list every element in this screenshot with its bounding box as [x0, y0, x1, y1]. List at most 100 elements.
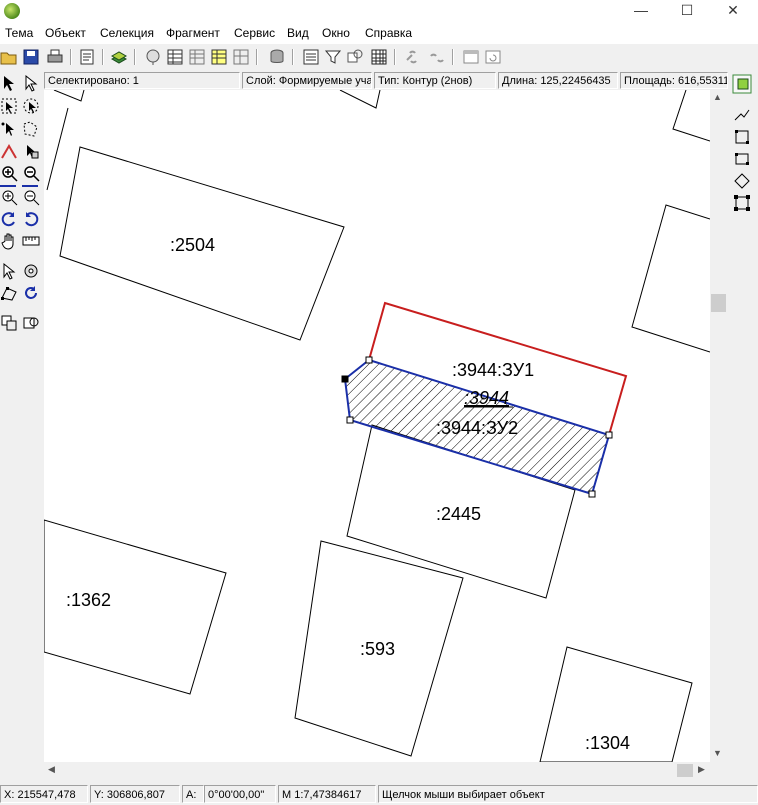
cursor-x-coordinate: X: 215547,478 — [0, 785, 88, 803]
link-icon[interactable] — [404, 48, 422, 66]
polyline-tool-icon[interactable] — [733, 106, 751, 124]
polygon-tool-icon[interactable] — [733, 150, 751, 168]
selected-count: Селектировано: 1 — [44, 72, 240, 89]
pan-hand-icon[interactable] — [0, 232, 18, 250]
map-canvas[interactable]: :2504 :3944:ЗУ1 :3944 :3944:ЗУ2 :2445 :1… — [44, 90, 710, 762]
scroll-up-arrow-icon[interactable]: ▲ — [713, 92, 722, 102]
query-icon[interactable] — [346, 48, 364, 66]
close-button[interactable]: ✕ — [710, 0, 756, 22]
refresh-icon[interactable] — [22, 284, 40, 302]
properties-icon[interactable] — [78, 48, 96, 66]
toolbar-separator — [292, 49, 294, 65]
menu-item-service[interactable]: Сервис — [234, 26, 275, 40]
bottom-status-bar: X: 215547,478 Y: 306806,807 A: 0°00'00,0… — [0, 784, 758, 805]
window-icon[interactable] — [462, 48, 480, 66]
toolbar-separator — [102, 49, 104, 65]
layers-icon[interactable] — [110, 48, 128, 66]
parcel-label-3944-zu1: :3944:ЗУ1 — [452, 360, 534, 380]
select-point-icon[interactable] — [0, 120, 18, 138]
parcel-label-2504: :2504 — [170, 235, 215, 255]
layer-panel-icon[interactable] — [732, 74, 752, 94]
table-select-icon[interactable] — [210, 48, 228, 66]
parcel-outline — [46, 107, 69, 191]
parcel-label-1304: :1304 — [585, 733, 630, 753]
settings-gear-icon[interactable] — [22, 262, 40, 280]
select-all-icon[interactable] — [22, 142, 40, 160]
right-toolbox — [728, 72, 758, 222]
horizontal-scrollbar[interactable]: ◀ ▶ — [44, 762, 710, 779]
status-hint: Щелчок мыши выбирает объект — [378, 785, 758, 803]
parcel-outline — [53, 90, 85, 102]
pointer-icon[interactable] — [0, 262, 18, 280]
unlink-icon[interactable] — [428, 48, 446, 66]
title-bar: — ☐ ✕ — [0, 0, 758, 22]
map-scale: M 1:7,47384617 — [278, 785, 376, 803]
parcel-outline — [631, 204, 710, 353]
vertex-handle-active[interactable] — [341, 375, 349, 383]
vertex-handle[interactable] — [588, 490, 596, 498]
open-folder-icon[interactable] — [0, 48, 18, 66]
main-toolbar — [0, 44, 758, 70]
vertex-handle[interactable] — [346, 416, 354, 424]
filter-icon[interactable] — [324, 48, 342, 66]
angle-label: A: — [182, 785, 204, 803]
list-icon[interactable] — [302, 48, 320, 66]
rotate-right-icon[interactable] — [22, 210, 40, 228]
vertical-scrollbar[interactable]: ▲ ▼ — [710, 90, 727, 762]
print-icon[interactable] — [46, 48, 64, 66]
parcel-label-1362: :1362 — [66, 590, 111, 610]
menu-item-help[interactable]: Справка — [365, 26, 412, 40]
search-object-icon[interactable] — [22, 314, 40, 332]
menu-item-object[interactable]: Объект — [45, 26, 86, 40]
horizontal-scroll-thumb[interactable] — [677, 764, 693, 777]
zoom-out-icon[interactable] — [22, 164, 40, 182]
diamond-tool-icon[interactable] — [733, 172, 751, 190]
menu-item-tema[interactable]: Тема — [5, 26, 33, 40]
toolbar-separator — [134, 49, 136, 65]
zoom-rect-in-icon[interactable] — [0, 188, 18, 206]
select-polygon-icon[interactable] — [22, 120, 40, 138]
table-edit-icon[interactable] — [188, 48, 206, 66]
grid-icon[interactable] — [370, 48, 388, 66]
zoom-in-icon[interactable] — [0, 164, 18, 182]
vertex-handle[interactable] — [365, 356, 373, 364]
window-refresh-icon[interactable] — [484, 48, 502, 66]
database-icon[interactable] — [268, 48, 286, 66]
menu-item-fragment[interactable]: Фрагмент — [166, 26, 220, 40]
menu-item-view[interactable]: Вид — [287, 26, 309, 40]
info-icon[interactable] — [144, 48, 162, 66]
left-toolbox — [0, 72, 44, 786]
parcel-outline — [672, 90, 710, 142]
vertex-handle[interactable] — [605, 431, 613, 439]
scroll-down-arrow-icon[interactable]: ▼ — [713, 748, 722, 758]
copy-object-icon[interactable] — [0, 314, 18, 332]
select-object-icon[interactable] — [22, 74, 40, 92]
scroll-right-arrow-icon[interactable]: ▶ — [698, 764, 705, 775]
table-grid-icon[interactable] — [232, 48, 250, 66]
select-arrow-icon[interactable] — [0, 74, 18, 92]
table-icon[interactable] — [166, 48, 184, 66]
menu-item-selection[interactable]: Селекция — [100, 26, 154, 40]
rotate-left-icon[interactable] — [0, 210, 18, 228]
tool-group-underline — [0, 185, 16, 187]
parcel-label-2445: :2445 — [436, 504, 481, 524]
maximize-button[interactable]: ☐ — [664, 0, 710, 22]
menu-item-window[interactable]: Окно — [322, 26, 350, 40]
frame-tool-icon[interactable] — [733, 194, 751, 212]
menu-bar: Тема Объект Селекция Фрагмент Сервис Вид… — [0, 22, 758, 45]
measure-icon[interactable] — [22, 232, 40, 250]
select-circle-icon[interactable] — [22, 97, 40, 115]
save-icon[interactable] — [22, 48, 40, 66]
rectangle-tool-icon[interactable] — [733, 128, 751, 146]
select-line-icon[interactable] — [0, 142, 18, 160]
minimize-button[interactable]: — — [618, 0, 664, 22]
select-rect-icon[interactable] — [0, 97, 18, 115]
object-type: Тип: Контур (2нов) — [374, 72, 496, 89]
toolbar-separator — [70, 49, 72, 65]
zoom-rect-out-icon[interactable] — [22, 188, 40, 206]
parcel-label-3944-zu2: :3944:ЗУ2 — [436, 418, 518, 438]
scroll-left-arrow-icon[interactable]: ◀ — [48, 764, 55, 775]
vertical-scroll-thumb[interactable] — [711, 294, 726, 312]
edit-vertices-icon[interactable] — [0, 284, 18, 302]
toolbar-separator — [394, 49, 396, 65]
